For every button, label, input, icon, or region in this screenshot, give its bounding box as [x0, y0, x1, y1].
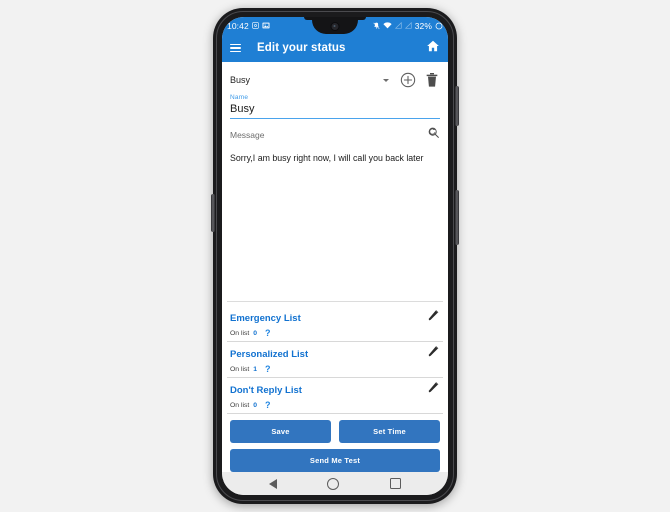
triangle-back-icon [269, 478, 278, 489]
search-refresh-icon[interactable] [427, 126, 440, 144]
message-field-label: Message [230, 130, 265, 140]
status-bar-left: 10:42 [227, 21, 270, 31]
list-header: Personalized List [230, 342, 440, 363]
main-content: Busy Name Busy Message Sorry,I am busy r… [222, 62, 448, 472]
question-mark-icon[interactable]: ? [265, 329, 271, 338]
pencil-edit-icon[interactable] [427, 381, 440, 399]
list-header: Don't Reply List [230, 378, 440, 399]
circle-home-icon [327, 477, 340, 490]
emergency-list-title[interactable]: Emergency List [230, 313, 301, 324]
wifi-icon [383, 22, 392, 29]
nav-recents-button[interactable] [389, 478, 401, 489]
on-list-count: 0 [253, 330, 258, 337]
power-button[interactable] [455, 86, 459, 126]
app-bar: Edit your status [222, 34, 448, 62]
phone-screen: 10:42 32% Edit your status Busy Name Bus… [222, 17, 448, 495]
message-field-group: Message Sorry,I am busy right now, I wil… [227, 119, 443, 301]
battery-circle-icon [435, 22, 443, 30]
action-buttons-area: Save Set Time Send Me Test [227, 414, 443, 472]
message-input[interactable]: Sorry,I am busy right now, I will call y… [230, 152, 440, 301]
on-list-count: 1 [253, 366, 258, 373]
list-block-dont-reply: Don't Reply List On list 0 ? [227, 378, 443, 414]
left-side-button[interactable] [211, 194, 215, 232]
message-divider [227, 301, 443, 302]
page-title: Edit your status [257, 42, 346, 54]
dont-reply-list-title[interactable]: Don't Reply List [230, 385, 302, 396]
status-bar-right: 32% [373, 21, 443, 31]
notification-mute-icon [373, 22, 380, 30]
pencil-edit-icon[interactable] [427, 309, 440, 327]
hamburger-menu-icon[interactable] [230, 43, 241, 53]
name-field-group: Name Busy [227, 94, 443, 119]
on-list-label: On list [230, 330, 250, 337]
send-me-test-button[interactable]: Send Me Test [230, 449, 440, 472]
gallery-icon [262, 22, 270, 29]
list-count-row: On list 1 ? [230, 363, 440, 377]
list-block-personalized: Personalized List On list 1 ? [227, 342, 443, 378]
name-input[interactable]: Busy [230, 101, 440, 119]
list-block-emergency: Emergency List On list 0 ? [227, 306, 443, 342]
screenshot-icon [252, 22, 259, 29]
on-list-label: On list [230, 402, 250, 409]
question-mark-icon[interactable]: ? [265, 365, 271, 374]
add-status-button[interactable] [399, 71, 417, 89]
delete-status-button[interactable] [424, 71, 440, 89]
message-field-header: Message [230, 126, 440, 144]
on-list-label: On list [230, 366, 250, 373]
square-recents-icon [389, 478, 401, 489]
status-selector-row: Busy [227, 67, 443, 93]
personalized-list-title[interactable]: Personalized List [230, 349, 308, 360]
nav-back-button[interactable] [269, 478, 278, 489]
chevron-down-icon [383, 78, 389, 82]
save-button[interactable]: Save [230, 420, 331, 443]
sim1-signal-icon [394, 22, 402, 29]
android-nav-bar [222, 472, 448, 495]
phone-frame: 10:42 32% Edit your status Busy Name Bus… [211, 8, 459, 504]
list-count-row: On list 0 ? [230, 327, 440, 341]
name-field-label: Name [230, 94, 249, 101]
set-time-button[interactable]: Set Time [339, 420, 440, 443]
battery-percent-label: 32% [414, 20, 432, 31]
pencil-edit-icon[interactable] [427, 345, 440, 363]
status-bar-clock: 10:42 [227, 20, 249, 31]
status-dropdown-value: Busy [230, 75, 251, 85]
status-dropdown[interactable]: Busy [230, 75, 399, 85]
sim2-signal-icon [404, 22, 412, 29]
on-list-count: 0 [253, 402, 258, 409]
notch [312, 17, 358, 34]
list-header: Emergency List [230, 306, 440, 327]
primary-button-row: Save Set Time [230, 420, 440, 443]
list-count-row: On list 0 ? [230, 399, 440, 413]
nav-home-button[interactable] [327, 477, 340, 490]
question-mark-icon[interactable]: ? [265, 401, 271, 410]
volume-rocker-button[interactable] [455, 190, 459, 245]
front-camera [330, 22, 340, 31]
home-icon[interactable] [426, 39, 440, 58]
